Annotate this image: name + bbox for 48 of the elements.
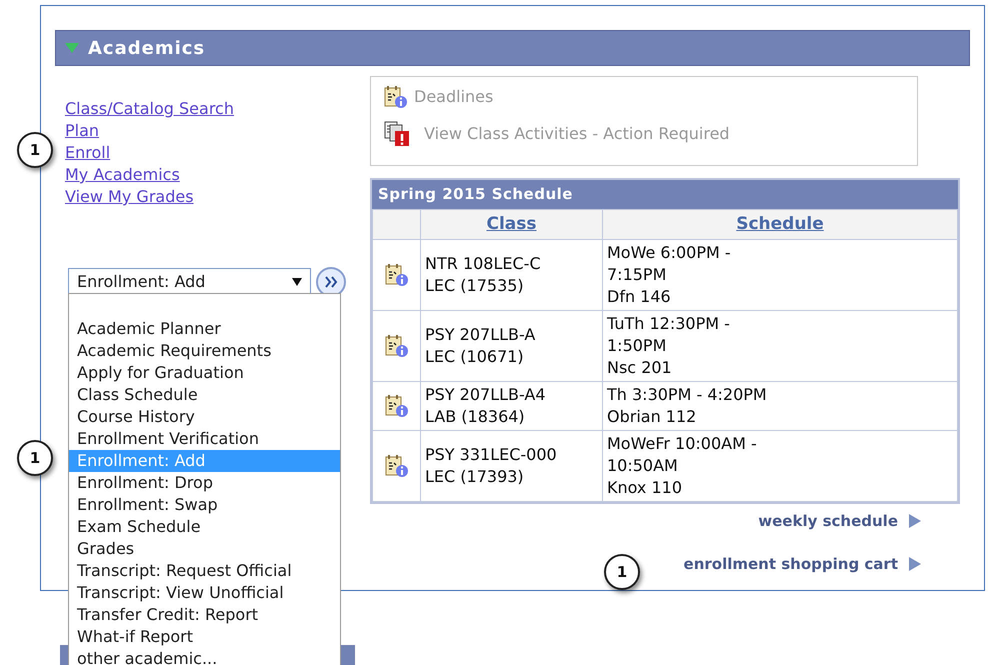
double-chevron-icon (324, 276, 338, 288)
dropdown-option[interactable]: What-if Report (69, 626, 340, 648)
footer-link[interactable]: enrollment shopping cart (684, 552, 922, 575)
step-callout: 1 (17, 132, 53, 168)
calendar-info-icon (384, 334, 408, 358)
nav-link[interactable]: Plan (65, 120, 100, 142)
table-cell: MoWeFr 10:00AM - 10:50AM Knox 110 (602, 430, 958, 502)
nav-link[interactable]: Enroll (65, 142, 110, 164)
calendar-info-icon (384, 85, 408, 109)
table-cell: TuTh 12:30PM - 1:50PM Nsc 201 (602, 310, 958, 382)
column-header[interactable]: Class (420, 210, 602, 240)
dropdown-option[interactable]: Academic Planner (69, 318, 340, 340)
calendar-info-icon (384, 454, 408, 478)
dropdown-option[interactable]: Grades (69, 538, 340, 560)
table-cell: Th 3:30PM - 4:20PM Obrian 112 (602, 382, 958, 430)
calendar-info-icon (384, 263, 408, 287)
dropdown-option[interactable]: Enrollment: Swap (69, 494, 340, 516)
step-callout: 1 (604, 554, 640, 590)
table-cell: NTR 108LEC-C LEC (17535) (420, 240, 602, 310)
table-cell: PSY 331LEC-000 LEC (17393) (420, 430, 602, 502)
table-title: Spring 2015 Schedule (378, 184, 573, 206)
dropdown-option[interactable]: Enrollment Verification (69, 428, 340, 450)
dropdown-option[interactable]: Class Schedule (69, 384, 340, 406)
dropdown-option[interactable]: Course History (69, 406, 340, 428)
nav-link[interactable]: My Academics (65, 164, 180, 186)
column-header[interactable]: Schedule (602, 210, 958, 240)
dropdown-option[interactable]: other academic... (69, 648, 340, 665)
section-title: Academics (88, 36, 206, 60)
nav-link[interactable]: Class/Catalog Search (65, 98, 234, 120)
dropdown-caret-icon (292, 278, 302, 286)
dropdown-option[interactable]: Transfer Credit: Report (69, 604, 340, 626)
nav-link[interactable]: View My Grades (65, 186, 194, 208)
table-cell: PSY 207LLB-A LEC (10671) (420, 310, 602, 382)
dropdown-option[interactable]: Apply for Graduation (69, 362, 340, 384)
section-header[interactable]: Academics (55, 30, 970, 66)
dropdown-option[interactable]: Transcript: Request Official (69, 560, 340, 582)
dropdown-option[interactable]: Transcript: View Unofficial (69, 582, 340, 604)
dropdown-option[interactable]: Exam Schedule (69, 516, 340, 538)
table-cell: MoWe 6:00PM - 7:15PM Dfn 146 (602, 240, 958, 310)
document-alert-icon (384, 121, 410, 147)
dropdown-option[interactable]: Enrollment: Drop (69, 472, 340, 494)
calendar-info-icon (384, 394, 408, 418)
dropdown-option[interactable]: Academic Requirements (69, 340, 340, 362)
step-callout: 1 (17, 440, 53, 476)
footer-link[interactable]: weekly schedule (758, 510, 922, 532)
arrow-right-icon (908, 513, 922, 530)
table-cell: PSY 207LLB-A4 LAB (18364) (420, 382, 602, 430)
arrow-right-icon (908, 556, 922, 572)
